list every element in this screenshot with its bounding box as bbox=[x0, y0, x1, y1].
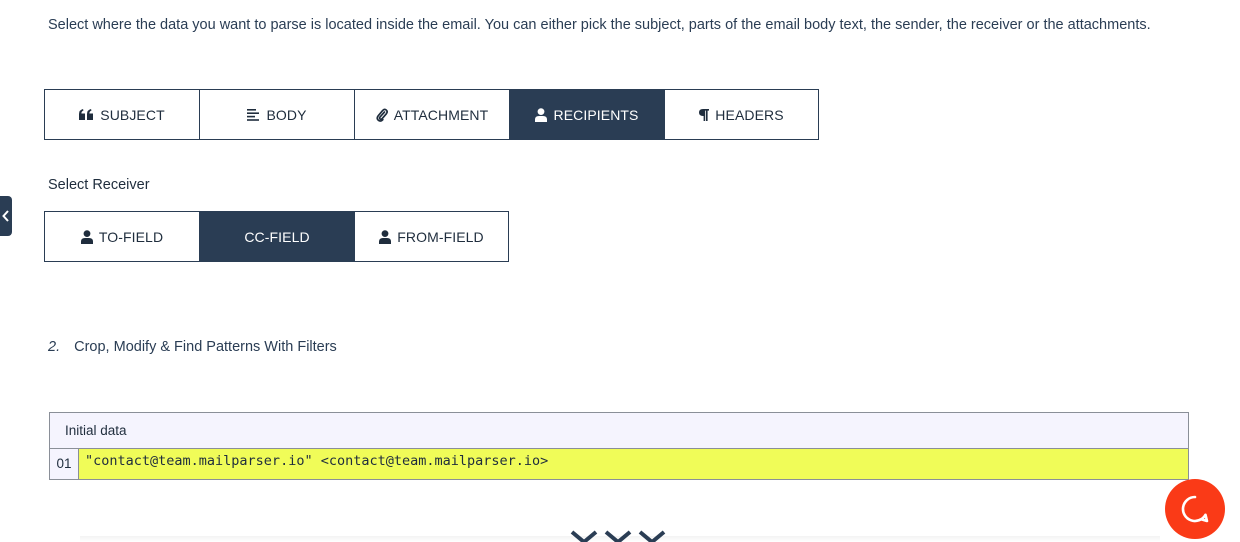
user-icon bbox=[535, 107, 548, 122]
line-number: 01 bbox=[50, 449, 79, 479]
tab-label: SUBJECT bbox=[100, 106, 165, 123]
sidebar-toggle[interactable] bbox=[0, 196, 12, 236]
tab-label: RECIPIENTS bbox=[553, 106, 639, 123]
help-chat-button[interactable] bbox=[1165, 479, 1225, 539]
tab-recipients[interactable]: RECIPIENTS bbox=[510, 90, 665, 139]
tab-subject[interactable]: SUBJECT bbox=[45, 90, 200, 139]
initial-data-panel: Initial data 01 "contact@team.mailparser… bbox=[49, 412, 1189, 480]
user-icon bbox=[379, 229, 392, 244]
user-icon bbox=[80, 229, 93, 244]
data-value[interactable]: "contact@team.mailparser.io" <contact@te… bbox=[79, 449, 1188, 479]
paperclip-icon bbox=[376, 108, 388, 122]
option-label: FROM-FIELD bbox=[397, 228, 484, 245]
paragraph-icon bbox=[699, 108, 710, 121]
tab-label: BODY bbox=[266, 106, 307, 123]
scroll-down-indicator[interactable] bbox=[570, 530, 672, 542]
data-row: 01 "contact@team.mailparser.io" <contact… bbox=[50, 449, 1188, 479]
chat-bubble-icon bbox=[1181, 495, 1209, 523]
option-label: CC-FIELD bbox=[244, 228, 310, 245]
from-field-button[interactable]: FROM-FIELD bbox=[355, 212, 508, 261]
tab-headers[interactable]: HEADERS bbox=[665, 90, 818, 139]
tab-label: HEADERS bbox=[715, 106, 784, 123]
align-left-icon bbox=[247, 108, 260, 121]
chevron-left-icon bbox=[2, 210, 9, 222]
step-number: 2. bbox=[48, 339, 61, 355]
step-title: Crop, Modify & Find Patterns With Filter… bbox=[74, 339, 337, 355]
step-heading: 2. Crop, Modify & Find Patterns With Fil… bbox=[48, 339, 337, 355]
source-tabs: SUBJECT BODY ATTACHMENT RECIPIENTS HEADE… bbox=[44, 89, 819, 140]
initial-data-header: Initial data bbox=[50, 413, 1188, 449]
receiver-options: TO-FIELD CC-FIELD FROM-FIELD bbox=[44, 211, 509, 262]
option-label: TO-FIELD bbox=[98, 228, 164, 245]
chevron-down-icon bbox=[604, 530, 632, 542]
page: Select where the data you want to parse … bbox=[0, 0, 1240, 542]
tab-attachment[interactable]: ATTACHMENT bbox=[355, 90, 510, 139]
chevron-down-icon bbox=[570, 530, 598, 542]
tab-label: ATTACHMENT bbox=[393, 106, 489, 123]
select-receiver-label: Select Receiver bbox=[48, 177, 150, 193]
cc-field-button[interactable]: CC-FIELD bbox=[200, 212, 355, 261]
chevron-down-icon bbox=[638, 530, 666, 542]
tab-body[interactable]: BODY bbox=[200, 90, 355, 139]
intro-text: Select where the data you want to parse … bbox=[48, 17, 1151, 33]
quote-icon bbox=[79, 108, 94, 121]
to-field-button[interactable]: TO-FIELD bbox=[45, 212, 200, 261]
